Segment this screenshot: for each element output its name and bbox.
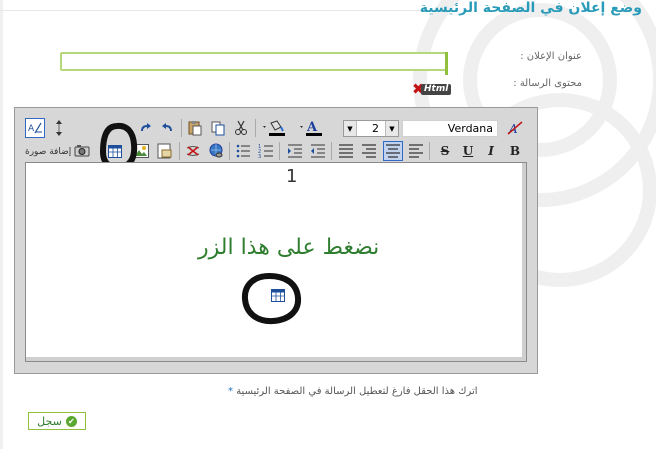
italic-button[interactable]: I	[481, 141, 501, 161]
toolbar-separator	[331, 142, 332, 160]
highlight-color-button[interactable]	[260, 118, 288, 138]
align-left-icon[interactable]	[406, 141, 426, 161]
outdent-icon[interactable]	[308, 141, 328, 161]
content-area-border	[26, 163, 526, 361]
content-number: 1	[286, 166, 298, 187]
insert-picture-label: إضافة صورة	[25, 147, 72, 157]
save-label: سجل	[37, 414, 62, 428]
empty-field-note: اترك هذا الحقل فارغ لتعطيل الرسالة في ال…	[228, 386, 478, 397]
chevron-down-icon: ▼	[344, 121, 357, 136]
toolbar-separator	[279, 142, 280, 160]
remove-format-icon[interactable]: A	[505, 118, 525, 138]
copy-icon[interactable]	[208, 118, 228, 138]
spellcheck-button[interactable]: A	[25, 118, 45, 138]
toolbar-separator	[181, 119, 182, 137]
font-size-select[interactable]: ▼ 2 ▼	[343, 120, 399, 137]
indent-icon[interactable]	[285, 141, 305, 161]
required-star: *	[228, 386, 233, 397]
content-hint-text: نضغط على هذا الزر	[198, 235, 380, 260]
save-button[interactable]: سجل ✔	[28, 412, 86, 430]
page-title: وضع إعلان في الصفحة الرئيسية	[419, 0, 642, 16]
check-circle-icon: ✔	[65, 415, 77, 427]
undo-icon[interactable]	[158, 118, 178, 138]
toolbar-separator	[179, 142, 180, 160]
font-color-button[interactable]: A	[297, 118, 325, 138]
message-label: محتوى الرسالة :	[513, 78, 582, 89]
camera-icon[interactable]	[73, 141, 93, 161]
document-image-icon[interactable]	[155, 141, 175, 161]
rich-text-editor: A A ▼ 2 ▼ Verdana A إضافة صورة	[14, 107, 538, 374]
html-toggle-button[interactable]: ✖ Html	[412, 81, 452, 97]
toolbar-separator	[255, 119, 256, 137]
paste-icon[interactable]	[185, 118, 205, 138]
align-center-icon[interactable]	[383, 141, 403, 161]
table-icon[interactable]	[270, 287, 286, 303]
toolbar-separator	[429, 142, 430, 160]
title-divider	[0, 10, 450, 11]
font-size-value: 2	[372, 122, 379, 135]
ad-title-input[interactable]	[60, 52, 448, 75]
font-family-value: Verdana	[447, 122, 493, 135]
html-badge-label: Html	[421, 84, 452, 95]
chevron-down-icon: ▼	[385, 121, 398, 136]
align-justify-icon[interactable]	[336, 141, 356, 161]
toolbar-separator	[229, 142, 230, 160]
bold-button[interactable]: B	[505, 141, 525, 161]
cut-icon[interactable]	[231, 118, 251, 138]
insert-link-icon[interactable]	[206, 141, 226, 161]
svg-text:3: 3	[258, 154, 261, 158]
remove-link-icon[interactable]	[183, 141, 203, 161]
underline-button[interactable]: U	[458, 141, 478, 161]
ad-title-label: عنوان الإعلان :	[520, 51, 582, 62]
resize-arrows-icon[interactable]	[49, 118, 69, 138]
align-right-icon[interactable]	[359, 141, 379, 161]
ordered-list-icon[interactable]: 123	[256, 141, 276, 161]
note-text: اترك هذا الحقل فارغ لتعطيل الرسالة في ال…	[236, 386, 478, 397]
strikethrough-button[interactable]: S	[435, 141, 455, 161]
font-family-select[interactable]: Verdana	[402, 120, 498, 137]
editor-content-area[interactable]: 1 نضغط على هذا الزر	[25, 162, 527, 362]
svg-text:A: A	[28, 124, 35, 134]
font-color-letter: A	[306, 120, 318, 135]
unordered-list-icon[interactable]	[233, 141, 253, 161]
